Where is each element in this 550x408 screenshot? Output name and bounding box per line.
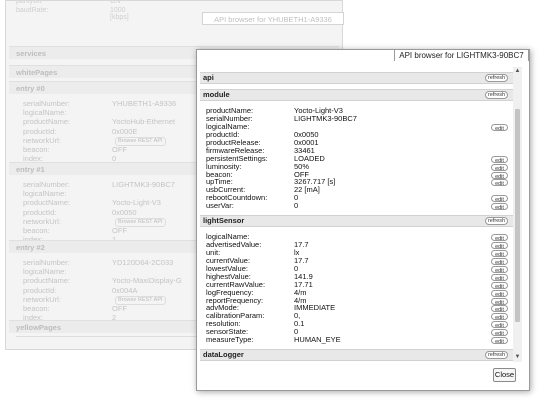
section-header-module[interactable]: module refresh <box>200 89 513 101</box>
edit-button[interactable]: edit <box>491 163 508 172</box>
edit-button[interactable]: edit <box>491 234 508 242</box>
edit-button[interactable]: edit <box>491 305 508 313</box>
section-label: lightSensor <box>203 216 245 225</box>
attribute-row: calibrationParam: 0, edit <box>206 312 509 321</box>
refresh-button[interactable]: refresh <box>485 351 508 359</box>
attribute-value: IMMEDIATE <box>294 303 336 313</box>
scroll-up-arrow-icon[interactable]: ▲ <box>514 68 521 75</box>
attribute-row: lowestValue: 0 edit <box>206 264 509 274</box>
edit-button[interactable]: edit <box>491 265 508 274</box>
section-label: module <box>203 90 230 99</box>
refresh-button[interactable]: refresh <box>485 217 508 225</box>
edit-button[interactable]: edit <box>491 289 508 298</box>
attribute-row: serialNumber: LIGHTMK3-90BC7 <box>206 113 509 123</box>
attribute-row: userVar: 0 edit <box>206 201 509 211</box>
attribute-name: measureType: <box>206 335 254 345</box>
background-row-key: parityBit <box>16 0 42 5</box>
edit-button[interactable]: edit <box>491 171 508 180</box>
attribute-row: persistentSettings: LOADED edit <box>206 154 509 164</box>
attribute-value: LIGHTMK3-90BC7 <box>294 113 357 123</box>
edit-button[interactable]: edit <box>491 329 508 337</box>
section-header-api[interactable]: api refresh <box>200 72 513 84</box>
module-attribute-list: productName: Yocto-Light-V3 serialNumber: L… <box>206 107 509 211</box>
section-label: api <box>203 73 214 82</box>
edit-button[interactable]: edit <box>491 249 508 258</box>
attribute-row: reportFrequency: 4/m edit <box>206 296 509 306</box>
edit-button[interactable]: edit <box>491 321 508 329</box>
attribute-row: unit: lx edit <box>206 248 509 258</box>
dialog-content-area[interactable]: api refresh module refresh productName: Y… <box>200 67 513 362</box>
attribute-row: currentValue: 17.7 edit <box>206 256 509 266</box>
section-header-datalogger[interactable]: dataLogger refresh <box>200 349 513 361</box>
edit-button[interactable]: edit <box>491 179 508 187</box>
edit-button[interactable]: edit <box>491 273 508 282</box>
edit-button[interactable]: edit <box>491 155 508 164</box>
attribute-row: rebootCountdown: 0 edit <box>206 194 509 203</box>
attribute-value: HUMAN_EYE <box>294 335 341 345</box>
attribute-row: luminosity: 50% edit <box>206 162 509 172</box>
attribute-row: advertisedValue: 17.7 edit <box>206 240 509 250</box>
attribute-row: upTime: 3267.717 [s] edit <box>206 178 509 187</box>
section-header-lightsensor[interactable]: lightSensor refresh <box>200 215 513 227</box>
attribute-row: logicalName: edit <box>206 122 509 132</box>
edit-button[interactable]: edit <box>491 123 508 132</box>
edit-button[interactable]: edit <box>491 297 508 306</box>
refresh-button[interactable]: refresh <box>485 74 508 82</box>
background-row-value: 1000 [kbps] <box>110 7 129 21</box>
scrollbar-thumb[interactable] <box>515 109 520 322</box>
attribute-row: measureType: HUMAN_EYE edit <box>206 335 509 345</box>
close-button[interactable]: Close <box>493 368 516 382</box>
refresh-button[interactable]: refresh <box>485 91 508 99</box>
section-label: dataLogger <box>203 350 244 359</box>
edit-button[interactable]: edit <box>491 281 508 290</box>
lightsensor-attribute-list: logicalName: edit advertisedValue: 17.7 edit… <box>206 233 509 345</box>
edit-button[interactable]: edit <box>491 241 508 250</box>
edit-button[interactable]: edit <box>491 195 508 203</box>
edit-button[interactable]: edit <box>491 257 508 266</box>
attribute-row: resolution: 0.1 edit <box>206 320 509 329</box>
dialog-tab-title: API browser for LIGHTMK3-90BC7 <box>394 49 529 61</box>
scroll-down-arrow-icon[interactable]: ▼ <box>514 354 521 361</box>
edit-button[interactable]: edit <box>491 337 508 345</box>
attribute-row: beacon: OFF edit <box>206 170 509 180</box>
attribute-name: userVar: <box>206 201 234 211</box>
background-window-tab-title: API browser for YHUBETH1-A9336 <box>202 12 344 25</box>
background-row-value: ON <box>110 0 121 5</box>
background-row-key: baudRate: <box>16 7 49 14</box>
edit-button[interactable]: edit <box>491 203 508 211</box>
edit-button[interactable]: edit <box>491 313 508 321</box>
attribute-value: 0 <box>294 201 299 211</box>
dialog-scrollbar[interactable]: ▲ ▼ <box>513 67 522 362</box>
